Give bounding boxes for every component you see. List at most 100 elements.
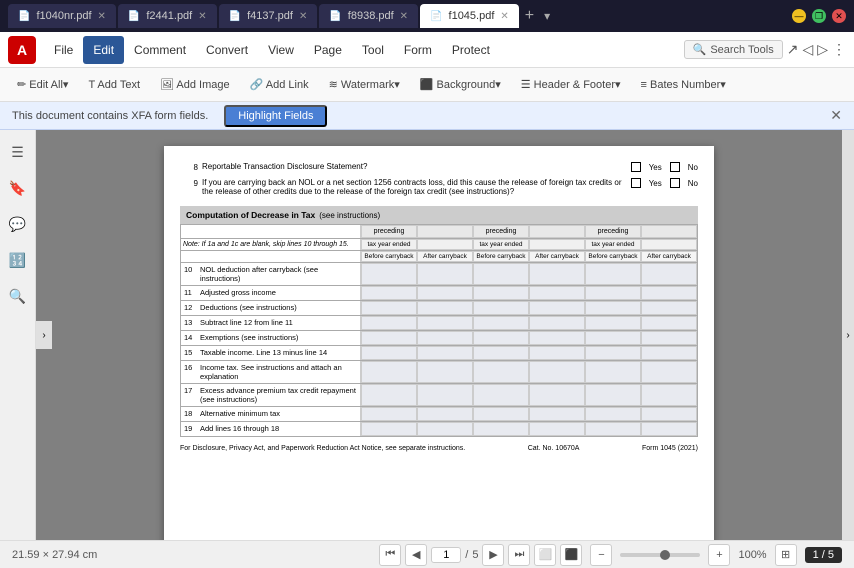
data-cell[interactable] xyxy=(417,301,473,315)
data-cell[interactable] xyxy=(361,316,417,330)
forward-icon[interactable]: ▷ xyxy=(817,41,828,58)
data-cell[interactable] xyxy=(529,316,585,330)
right-panel-expand-button[interactable]: › xyxy=(842,130,854,540)
data-cell[interactable] xyxy=(641,301,697,315)
minimize-button[interactable]: — xyxy=(792,9,806,23)
more-icon[interactable]: ⋮ xyxy=(832,41,846,58)
data-cell[interactable] xyxy=(585,316,641,330)
toolbar-btn[interactable]: ⬛ Background▾ xyxy=(411,74,510,95)
line9-no-checkbox[interactable] xyxy=(670,178,680,188)
data-cell[interactable] xyxy=(361,331,417,345)
data-cell[interactable] xyxy=(361,422,417,436)
data-cell[interactable] xyxy=(641,407,697,421)
tab-tab4[interactable]: 📄f8938.pdf✕ xyxy=(319,4,418,28)
data-cell[interactable] xyxy=(417,316,473,330)
zoom-slider[interactable] xyxy=(620,553,700,557)
data-cell[interactable] xyxy=(641,384,697,406)
toolbar-btn[interactable]: ≋ Watermark▾ xyxy=(320,74,409,95)
data-cell[interactable] xyxy=(361,286,417,300)
data-cell[interactable] xyxy=(529,263,585,285)
data-cell[interactable] xyxy=(473,361,529,383)
line9-yes-checkbox[interactable] xyxy=(631,178,641,188)
sidebar-icon-bookmark[interactable]: 🔖 xyxy=(4,174,32,202)
data-cell[interactable] xyxy=(361,301,417,315)
tab-tab5[interactable]: 📄f1045.pdf✕ xyxy=(420,4,519,28)
data-cell[interactable] xyxy=(585,301,641,315)
tab-tab2[interactable]: 📄f2441.pdf✕ xyxy=(118,4,217,28)
next-page-button[interactable]: ▶ xyxy=(482,544,504,566)
back-icon[interactable]: ◁ xyxy=(802,41,813,58)
fit-width-button[interactable]: ⬛ xyxy=(560,544,582,566)
external-link-icon[interactable]: ↗ xyxy=(787,41,799,58)
zoom-in-button[interactable]: + xyxy=(708,544,730,566)
data-cell[interactable] xyxy=(417,384,473,406)
data-cell[interactable] xyxy=(641,422,697,436)
data-cell[interactable] xyxy=(361,346,417,360)
data-cell[interactable] xyxy=(417,346,473,360)
page-number-input[interactable] xyxy=(431,547,461,563)
data-cell[interactable] xyxy=(585,346,641,360)
data-cell[interactable] xyxy=(529,331,585,345)
menu-item-convert[interactable]: Convert xyxy=(196,36,258,64)
data-cell[interactable] xyxy=(529,286,585,300)
menu-item-file[interactable]: File xyxy=(44,36,83,64)
tab-tab3[interactable]: 📄f4137.pdf✕ xyxy=(219,4,318,28)
menu-item-protect[interactable]: Protect xyxy=(442,36,500,64)
data-cell[interactable] xyxy=(361,407,417,421)
new-tab-button[interactable]: + xyxy=(521,7,538,25)
data-cell[interactable] xyxy=(417,361,473,383)
sidebar-icon-search[interactable]: 🔍 xyxy=(4,282,32,310)
data-cell[interactable] xyxy=(585,422,641,436)
data-cell[interactable] xyxy=(529,384,585,406)
data-cell[interactable] xyxy=(417,286,473,300)
tab-close-button[interactable]: ✕ xyxy=(98,11,106,22)
last-page-button[interactable]: ⏭ xyxy=(508,544,530,566)
data-cell[interactable] xyxy=(529,422,585,436)
data-cell[interactable] xyxy=(585,384,641,406)
first-page-button[interactable]: ⏮ xyxy=(379,544,401,566)
data-cell[interactable] xyxy=(529,361,585,383)
menu-item-tool[interactable]: Tool xyxy=(352,36,394,64)
toolbar-btn[interactable]: 🔗 Add Link xyxy=(241,74,318,95)
data-cell[interactable] xyxy=(641,263,697,285)
tab-tab1[interactable]: 📄f1040nr.pdf✕ xyxy=(8,4,116,28)
data-cell[interactable] xyxy=(641,361,697,383)
toolbar-btn[interactable]: T Add Text xyxy=(79,75,149,95)
data-cell[interactable] xyxy=(473,316,529,330)
fit-page-button[interactable]: ⬜ xyxy=(534,544,556,566)
menu-item-page[interactable]: Page xyxy=(304,36,352,64)
view-options-button[interactable]: ⊞ xyxy=(775,544,797,566)
toolbar-btn[interactable]: ≡ Bates Number▾ xyxy=(632,74,735,95)
prev-page-button[interactable]: ◀ xyxy=(405,544,427,566)
data-cell[interactable] xyxy=(529,346,585,360)
line8-yes-checkbox[interactable] xyxy=(631,162,641,172)
sidebar-icon-menu[interactable]: ☰ xyxy=(4,138,32,166)
data-cell[interactable] xyxy=(473,384,529,406)
menu-item-edit[interactable]: Edit xyxy=(83,36,124,64)
data-cell[interactable] xyxy=(417,422,473,436)
tab-close-button[interactable]: ✕ xyxy=(500,11,508,22)
data-cell[interactable] xyxy=(361,263,417,285)
data-cell[interactable] xyxy=(529,407,585,421)
data-cell[interactable] xyxy=(473,301,529,315)
data-cell[interactable] xyxy=(585,407,641,421)
data-cell[interactable] xyxy=(585,361,641,383)
data-cell[interactable] xyxy=(641,331,697,345)
line8-no-checkbox[interactable] xyxy=(670,162,680,172)
toolbar-btn[interactable]: ☰ Header & Footer▾ xyxy=(512,74,630,95)
maximize-button[interactable]: ❐ xyxy=(812,9,826,23)
data-cell[interactable] xyxy=(473,263,529,285)
highlight-fields-button[interactable]: Highlight Fields xyxy=(224,105,327,127)
data-cell[interactable] xyxy=(473,286,529,300)
sidebar-expand-button[interactable]: › xyxy=(36,321,52,349)
search-tools-button[interactable]: 🔍 Search Tools xyxy=(684,40,783,59)
data-cell[interactable] xyxy=(417,263,473,285)
sidebar-icon-comment[interactable]: 💬 xyxy=(4,210,32,238)
tab-close-button[interactable]: ✕ xyxy=(400,11,408,22)
menu-item-form[interactable]: Form xyxy=(394,36,442,64)
menu-item-view[interactable]: View xyxy=(258,36,304,64)
data-cell[interactable] xyxy=(641,316,697,330)
data-cell[interactable] xyxy=(585,331,641,345)
data-cell[interactable] xyxy=(641,286,697,300)
data-cell[interactable] xyxy=(361,361,417,383)
